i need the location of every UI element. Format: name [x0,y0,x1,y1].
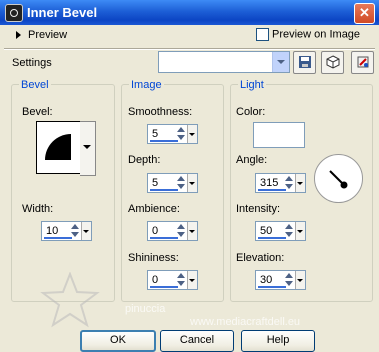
smoothness-label: Smoothness: [128,106,193,118]
depth-label: Depth: [128,154,161,166]
chevron-down-icon[interactable] [187,174,197,192]
depth-value: 5 [152,177,159,189]
chevron-down-icon[interactable] [295,222,305,240]
elevation-label: Elevation: [236,252,285,264]
width-label: Width: [22,203,54,215]
separator [4,48,375,50]
shininess-stepper[interactable]: 0 [147,270,198,290]
angle-label: Angle: [236,154,268,166]
smoothness-value: 5 [152,128,159,140]
ambience-value: 0 [152,225,159,237]
angle-stepper[interactable]: 315 [255,173,306,193]
expand-arrow-icon [16,31,21,40]
cube-icon [326,55,339,69]
spin-arrows-icon[interactable] [176,272,187,288]
spin-arrows-icon[interactable] [284,223,295,239]
shininess-label: Shininess: [128,252,179,264]
width-value: 10 [46,225,59,237]
reset-icon [357,56,368,68]
intensity-slider-bar[interactable] [258,237,286,239]
preview-on-image-label: Preview on Image [272,28,361,41]
bevel-shape-preview[interactable] [36,121,81,174]
settings-label: Settings [12,57,52,69]
ambience-stepper[interactable]: 0 [147,221,198,241]
bevel-shape-icon [45,134,71,160]
chevron-down-icon[interactable] [187,125,197,143]
bevel-shape-dropdown[interactable] [80,121,96,176]
spin-arrows-icon[interactable] [176,223,187,239]
spin-arrows-icon[interactable] [284,272,295,288]
save-icon [298,56,311,68]
star-watermark-icon [40,272,100,328]
ok-button[interactable]: OK [80,330,156,352]
spin-arrows-icon[interactable] [70,223,81,239]
watermark-text: pinuccia [125,303,166,315]
ambience-slider-bar[interactable] [150,237,178,239]
smoothness-stepper[interactable]: 5 [147,124,198,144]
close-button[interactable]: ✕ [354,3,375,24]
spin-arrows-icon[interactable] [176,126,187,142]
chevron-down-icon[interactable] [295,271,305,289]
presets-button[interactable] [321,51,344,74]
bevel-label: Bevel: [22,106,53,118]
chevron-down-icon[interactable] [187,271,197,289]
depth-slider-bar[interactable] [150,189,178,191]
app-icon [5,4,23,22]
cancel-button[interactable]: Cancel [160,330,234,352]
elevation-slider-bar[interactable] [258,286,286,288]
light-color-swatch[interactable] [253,122,305,148]
preview-on-image-checkbox[interactable]: Preview on Image [256,28,360,41]
close-icon: ✕ [359,5,370,20]
spin-arrows-icon[interactable] [284,175,295,191]
shininess-value: 0 [152,274,159,286]
intensity-label: Intensity: [236,203,281,215]
watermark-url: www.mediacraftdell.eu [190,316,301,328]
preview-toggle[interactable]: Preview [16,29,67,41]
ambience-label: Ambience: [128,203,180,215]
checkbox-box[interactable] [256,28,269,41]
window-title: Inner Bevel [27,5,98,20]
width-slider-bar[interactable] [44,237,72,239]
smoothness-slider-bar[interactable] [150,140,178,142]
angle-slider-bar[interactable] [258,189,286,191]
preview-row: Preview Preview on Image [0,28,379,46]
angle-value: 315 [260,177,279,189]
color-label: Color: [236,106,266,118]
elevation-value: 30 [260,274,273,286]
shininess-slider-bar[interactable] [150,286,178,288]
width-stepper[interactable]: 10 [41,221,92,241]
chevron-down-icon[interactable] [295,174,305,192]
preview-label: Preview [28,29,68,41]
chevron-down-icon[interactable] [187,222,197,240]
spin-arrows-icon[interactable] [176,175,187,191]
light-group-title: Light [238,79,266,91]
dial-needle-icon [329,170,348,189]
settings-dropdown[interactable] [158,51,290,73]
chevron-down-icon[interactable] [272,52,289,72]
save-preset-button[interactable] [293,51,316,74]
title-bar: Inner Bevel ✕ [0,0,379,25]
bevel-group-title: Bevel [19,79,51,91]
chevron-down-icon[interactable] [81,222,91,240]
intensity-stepper[interactable]: 50 [255,221,306,241]
depth-stepper[interactable]: 5 [147,173,198,193]
help-button[interactable]: Help [241,330,315,352]
reset-button[interactable] [351,51,374,74]
intensity-value: 50 [260,225,273,237]
elevation-stepper[interactable]: 30 [255,270,306,290]
angle-dial[interactable] [314,154,363,203]
image-group-title: Image [129,79,164,91]
